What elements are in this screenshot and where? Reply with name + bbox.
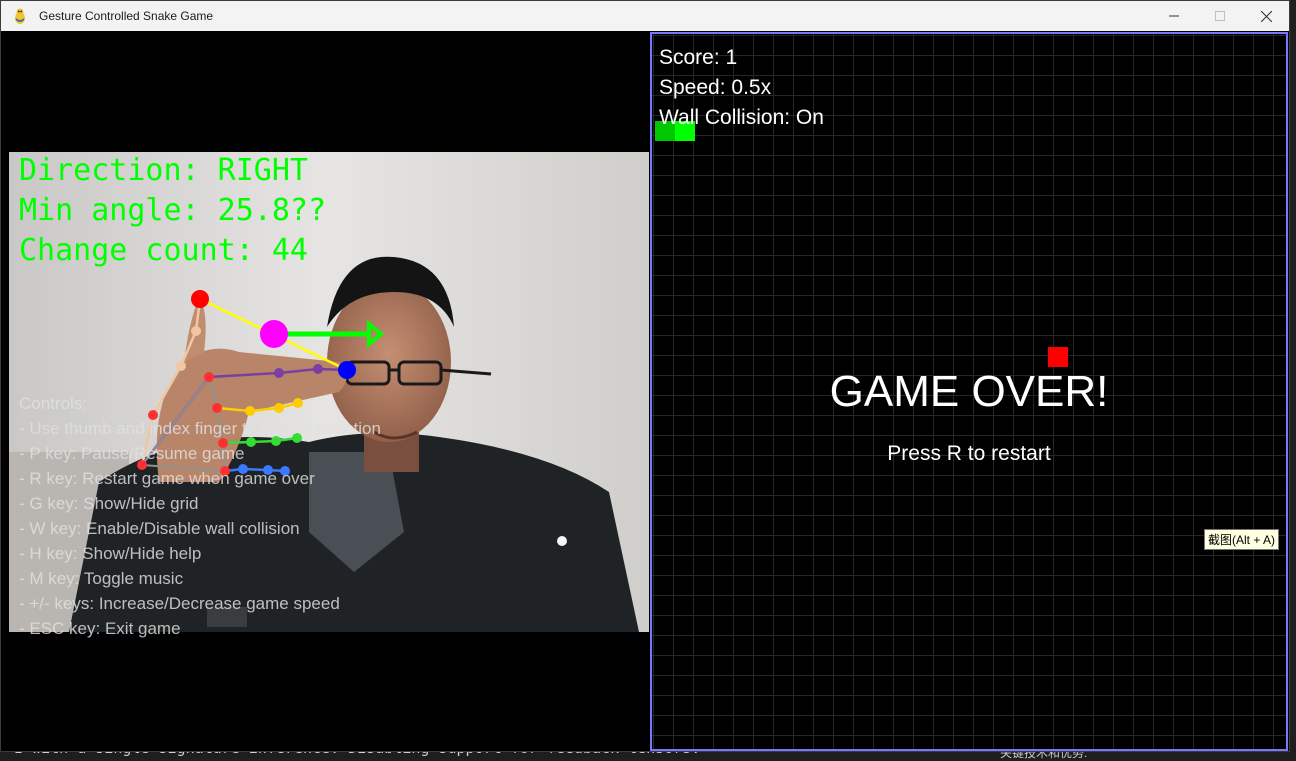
food-item: [1048, 347, 1068, 367]
game-over-text: GAME OVER!: [829, 367, 1109, 416]
wall-collision-display: Wall Collision: On: [659, 106, 824, 129]
game-window: Gesture Controlled Snake Game Direction:…: [0, 0, 1290, 752]
help-item: - G key: Show/Hide grid: [19, 494, 199, 513]
close-icon: [1260, 10, 1272, 22]
help-item: - W key: Enable/Disable wall collision: [19, 519, 300, 538]
change-count-readout: Change count: 44: [19, 233, 308, 268]
help-item: - R key: Restart game when game over: [19, 469, 315, 488]
title-bar[interactable]: Gesture Controlled Snake Game: [1, 1, 1289, 31]
close-button[interactable]: [1243, 1, 1289, 31]
help-title: Controls:: [19, 394, 88, 413]
maximize-icon: [1215, 11, 1225, 21]
help-item: - P key: Pause/Resume game: [19, 444, 245, 463]
score-display: Score: 1: [659, 46, 738, 69]
game-board[interactable]: Score: 1 Speed: 0.5x Wall Collision: On …: [650, 32, 1288, 751]
direction-readout: Direction: RIGHT: [19, 153, 308, 188]
camera-view: Direction: RIGHT Min angle: 25.8?? Chang…: [9, 31, 649, 750]
maximize-button[interactable]: [1197, 1, 1243, 31]
help-item: - Use thumb and index finger to control …: [19, 419, 381, 438]
window-title: Gesture Controlled Snake Game: [39, 9, 214, 23]
min-angle-readout: Min angle: 25.8??: [19, 193, 327, 228]
pygame-snake-icon: [11, 7, 29, 25]
minimize-button[interactable]: [1151, 1, 1197, 31]
speed-display: Speed: 0.5x: [659, 76, 772, 99]
help-item: - +/- keys: Increase/Decrease game speed: [19, 594, 340, 613]
help-item: - M key: Toggle music: [19, 569, 184, 588]
restart-hint: Press R to restart: [887, 442, 1051, 465]
minimize-icon: [1169, 15, 1179, 17]
screenshot-tooltip: 截图(Alt + A): [1204, 529, 1280, 550]
help-item: - ESC key: Exit game: [19, 619, 181, 638]
help-item: - H key: Show/Hide help: [19, 544, 202, 563]
